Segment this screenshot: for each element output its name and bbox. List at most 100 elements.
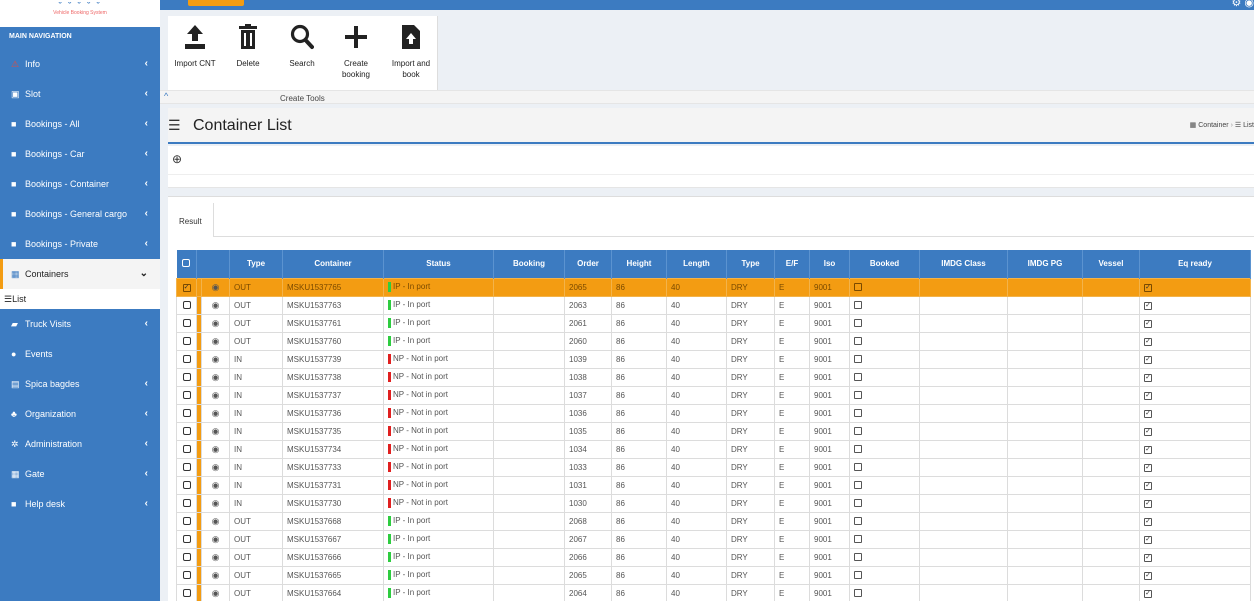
eye-icon[interactable]: ◉	[212, 318, 220, 328]
app-logo[interactable]: ˇ ˇ ˇ ˇ ˇ Vehicle Booking System	[0, 0, 160, 27]
sidebar-item-spica-bagdes[interactable]: ▤ Spica bagdes ‹	[0, 369, 160, 399]
eye-icon[interactable]: ◉	[212, 462, 220, 472]
sidebar-item-events[interactable]: ● Events	[0, 339, 160, 369]
view-cell[interactable]: ◉	[201, 421, 230, 441]
table-row[interactable]: ◉ OUT MSKU1537760 IP - In port 2060 86 40 DRY E 9…	[176, 331, 1251, 351]
eye-icon[interactable]: ◉	[212, 498, 220, 508]
cell-container[interactable]: MSKU1537733	[282, 457, 384, 477]
cell-container[interactable]: MSKU1537730	[282, 493, 384, 513]
cell-container[interactable]: MSKU1537760	[282, 331, 384, 351]
table-row[interactable]: ◉ IN MSKU1537735 NP - Not in port 1035 86 40 DR…	[176, 421, 1251, 441]
row-select-cell[interactable]	[176, 385, 197, 405]
column-header-iso[interactable]: Iso	[809, 250, 850, 278]
sidebar-item-bookings-all[interactable]: ■ Bookings - All ‹	[0, 109, 160, 139]
view-cell[interactable]: ◉	[201, 313, 230, 333]
row-select-cell[interactable]	[176, 475, 197, 495]
cell-container[interactable]: MSKU1537668	[282, 511, 384, 531]
row-select-cell[interactable]	[176, 439, 197, 459]
eye-icon[interactable]: ◉	[212, 534, 220, 544]
cell-container[interactable]: MSKU1537666	[282, 547, 384, 567]
column-header-height[interactable]: Height	[611, 250, 667, 278]
checkbox-icon[interactable]	[182, 535, 191, 544]
view-cell[interactable]: ◉	[201, 529, 230, 549]
cell-container[interactable]: MSKU1537736	[282, 403, 384, 423]
checkbox-icon[interactable]: ✓	[182, 284, 191, 292]
cell-container[interactable]: MSKU1537667	[282, 529, 384, 549]
sidebar-item-organization[interactable]: ♣ Organization ‹	[0, 399, 160, 429]
sidebar-item-bookings-general-cargo[interactable]: ■ Bookings - General cargo ‹	[0, 199, 160, 229]
sidebar-item-containers[interactable]: ▦ Containers ⌄	[0, 259, 160, 289]
sidebar-item-help-desk[interactable]: ■ Help desk ‹	[0, 489, 160, 519]
checkbox-icon[interactable]	[182, 409, 191, 418]
eye-icon[interactable]: ◉	[212, 570, 220, 580]
view-cell[interactable]: ◉	[201, 565, 230, 585]
delete-button[interactable]: Delete	[230, 16, 266, 69]
checkbox-icon[interactable]	[182, 355, 191, 364]
checkbox-icon[interactable]	[182, 337, 191, 346]
row-select-cell[interactable]	[176, 457, 197, 477]
eye-icon[interactable]: ◉	[212, 516, 220, 526]
checkbox-icon[interactable]	[182, 589, 191, 598]
zoom-in-icon[interactable]: ⊕	[172, 152, 182, 166]
row-select-cell[interactable]	[176, 367, 197, 387]
checkbox-icon[interactable]	[182, 301, 191, 310]
table-row[interactable]: ◉ IN MSKU1537737 NP - Not in port 1037 86 40 DR…	[176, 385, 1251, 405]
view-cell[interactable]: ◉	[201, 475, 230, 495]
eye-icon[interactable]: ◉	[212, 336, 220, 346]
eye-icon[interactable]: ◉	[212, 300, 220, 310]
table-row[interactable]: ◉ IN MSKU1537738 NP - Not in port 1038 86 40 DR…	[176, 367, 1251, 387]
user-icon[interactable]: ◉	[1244, 0, 1254, 9]
eye-icon[interactable]: ◉	[212, 282, 220, 292]
cell-container[interactable]: MSKU1537734	[282, 439, 384, 459]
row-select-cell[interactable]	[176, 295, 197, 315]
sidebar-item-gate[interactable]: ▦ Gate ‹	[0, 459, 160, 489]
collapse-caret-icon[interactable]: ^	[164, 91, 168, 101]
column-header-booked[interactable]: Booked	[849, 250, 920, 278]
table-row[interactable]: ◉ OUT MSKU1537761 IP - In port 2061 86 40 DRY E 9…	[176, 313, 1251, 333]
sidebar-subitem-list[interactable]: ☰ List	[0, 289, 160, 309]
view-cell[interactable]: ◉	[201, 457, 230, 477]
column-header-e-f[interactable]: E/F	[774, 250, 810, 278]
eye-icon[interactable]: ◉	[212, 426, 220, 436]
cell-container[interactable]: MSKU1537738	[282, 367, 384, 387]
row-select-cell[interactable]	[176, 529, 197, 549]
row-select-cell[interactable]	[176, 511, 197, 531]
row-select-cell[interactable]	[176, 583, 197, 601]
column-header-imdg-class[interactable]: IMDG Class	[919, 250, 1008, 278]
view-cell[interactable]: ◉	[201, 403, 230, 423]
row-select-cell[interactable]	[176, 565, 197, 585]
row-select-cell[interactable]	[176, 421, 197, 441]
checkbox-icon[interactable]	[182, 258, 191, 267]
checkbox-icon[interactable]	[182, 481, 191, 490]
column-header-container[interactable]: Container	[282, 250, 384, 278]
checkbox-icon[interactable]	[182, 499, 191, 508]
view-cell[interactable]: ◉	[201, 547, 230, 567]
row-select-cell[interactable]	[176, 547, 197, 567]
view-cell[interactable]: ◉	[201, 493, 230, 513]
cell-container[interactable]: MSKU1537665	[282, 565, 384, 585]
table-row[interactable]: ◉ IN MSKU1537736 NP - Not in port 1036 86 40 DR…	[176, 403, 1251, 423]
cell-container[interactable]: MSKU1537664	[282, 583, 384, 601]
import-and-book-button[interactable]: Import and book	[386, 16, 436, 80]
cell-container[interactable]: MSKU1537737	[282, 385, 384, 405]
cell-container[interactable]: MSKU1537765	[282, 277, 384, 297]
table-row[interactable]: ◉ OUT MSKU1537763 IP - In port 2063 86 40 DRY E 9…	[176, 295, 1251, 315]
create-booking-button[interactable]: Create booking	[334, 16, 378, 80]
table-row[interactable]: ◉ OUT MSKU1537666 IP - In port 2066 86 40 DRY E 9…	[176, 547, 1251, 567]
column-header-booking[interactable]: Booking	[493, 250, 565, 278]
row-select-cell[interactable]	[176, 331, 197, 351]
checkbox-icon[interactable]	[182, 517, 191, 526]
checkbox-icon[interactable]	[182, 445, 191, 454]
table-row[interactable]: ◉ IN MSKU1537731 NP - Not in port 1031 86 40 DR…	[176, 475, 1251, 495]
column-header-eq-ready[interactable]: Eq ready	[1139, 250, 1251, 278]
checkbox-icon[interactable]	[182, 319, 191, 328]
select-all-checkbox[interactable]	[176, 250, 197, 278]
tab-result[interactable]: Result	[168, 203, 214, 237]
view-cell[interactable]: ◉	[201, 583, 230, 601]
eye-icon[interactable]: ◉	[212, 372, 220, 382]
row-select-cell[interactable]	[176, 493, 197, 513]
sidebar-item-administration[interactable]: ✲ Administration ‹	[0, 429, 160, 459]
column-header-imdg-pg[interactable]: IMDG PG	[1007, 250, 1083, 278]
view-cell[interactable]: ◉	[201, 331, 230, 351]
view-cell[interactable]: ◉	[201, 277, 230, 297]
